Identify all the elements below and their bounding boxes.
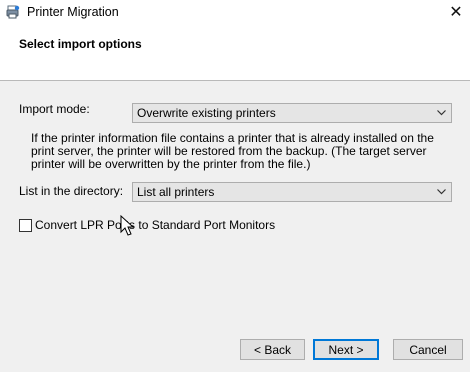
window-title: Printer Migration — [27, 5, 119, 19]
import-mode-value: Overwrite existing printers — [137, 106, 276, 120]
wizard-header: Select import options — [0, 26, 470, 81]
import-mode-label: Import mode: — [19, 102, 90, 116]
close-button[interactable]: ✕ — [442, 0, 470, 24]
title-bar: Printer Migration ✕ — [0, 0, 470, 26]
list-directory-value: List all printers — [137, 185, 215, 199]
list-directory-label: List in the directory: — [19, 184, 124, 198]
lpr-ports-label[interactable]: Convert LPR Ports to Standard Port Monit… — [35, 218, 275, 232]
page-title: Select import options — [19, 37, 142, 51]
lpr-ports-checkbox[interactable] — [19, 219, 32, 232]
printer-migration-icon — [6, 5, 20, 19]
import-mode-select[interactable]: Overwrite existing printers — [132, 103, 452, 123]
list-directory-select[interactable]: List all printers — [132, 182, 452, 202]
cancel-button[interactable]: Cancel — [393, 339, 463, 360]
chevron-down-icon — [437, 110, 446, 116]
mouse-cursor-icon — [120, 215, 135, 236]
wizard-content: Import mode: Overwrite existing printers… — [0, 81, 470, 372]
next-button[interactable]: Next > — [313, 339, 379, 360]
close-icon: ✕ — [449, 4, 463, 21]
back-button[interactable]: < Back — [240, 339, 305, 360]
import-mode-description: If the printer information file contains… — [31, 131, 434, 171]
chevron-down-icon — [437, 189, 446, 195]
